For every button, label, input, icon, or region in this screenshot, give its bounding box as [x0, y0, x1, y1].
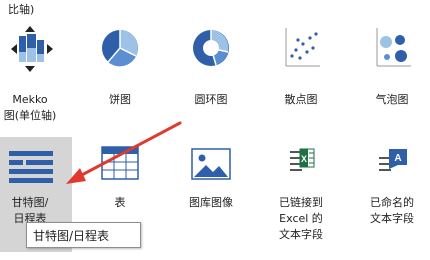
mekko-chart-icon — [0, 22, 72, 72]
tile-label-line: Excel 的 — [279, 212, 323, 225]
tile-label-line: 已链接到 — [279, 196, 323, 209]
tile-label-line: 图库图像 — [189, 196, 233, 209]
tile-donut-chart[interactable]: 圆环图 — [169, 22, 253, 137]
tile-label-line: 散点图 — [284, 93, 318, 106]
pie-chart-icon — [78, 22, 162, 72]
bubble-chart-icon — [350, 22, 430, 72]
tile-label-line: 气泡图 — [375, 93, 409, 106]
tooltip: 甘特图/日程表 — [26, 222, 141, 248]
tile-bubble-chart[interactable]: 气泡图 — [350, 22, 430, 137]
table-icon — [78, 139, 162, 189]
tile-label-line: 文本字段 — [279, 228, 323, 241]
tile-label-line: Mekko — [12, 93, 48, 106]
scatter-chart-icon — [259, 22, 343, 72]
tile-label-line: 甘特图/ — [11, 196, 49, 209]
tile-excel-linked-text-field[interactable]: X 已链接到 Excel 的 文本字段 — [259, 137, 343, 252]
tile-named-text-field[interactable]: A 已命名的 文本字段 — [350, 137, 430, 252]
tile-label-line: 图(单位轴) — [3, 109, 57, 122]
gantt-chart-icon — [0, 139, 72, 189]
donut-chart-icon — [169, 22, 253, 72]
tile-label-line: 已命名的 — [370, 196, 414, 209]
previous-row-label-fragment: 比轴) — [8, 3, 35, 16]
svg-text:A: A — [394, 153, 401, 164]
excel-linked-text-icon: X — [259, 139, 343, 189]
tile-label-line: 文本字段 — [370, 212, 414, 225]
tile-scatter-chart[interactable]: 散点图 — [259, 22, 343, 137]
tile-label-line: 表 — [114, 196, 126, 209]
tile-label-line: 饼图 — [109, 93, 131, 106]
svg-text:X: X — [301, 154, 307, 164]
tile-picture-gallery[interactable]: 图库图像 — [169, 137, 253, 252]
tile-pie-chart[interactable]: 饼图 — [78, 22, 162, 137]
picture-gallery-icon — [169, 139, 253, 189]
named-text-field-icon: A — [350, 139, 430, 189]
chart-type-gallery: 比轴) Mekko 图(单位轴) 饼图 圆环图 散点图 气泡图 甘特图/ 日程表… — [0, 0, 430, 260]
tile-mekko-unit-axis[interactable]: Mekko 图(单位轴) — [0, 22, 72, 137]
tile-label-line: 圆环图 — [194, 93, 228, 106]
